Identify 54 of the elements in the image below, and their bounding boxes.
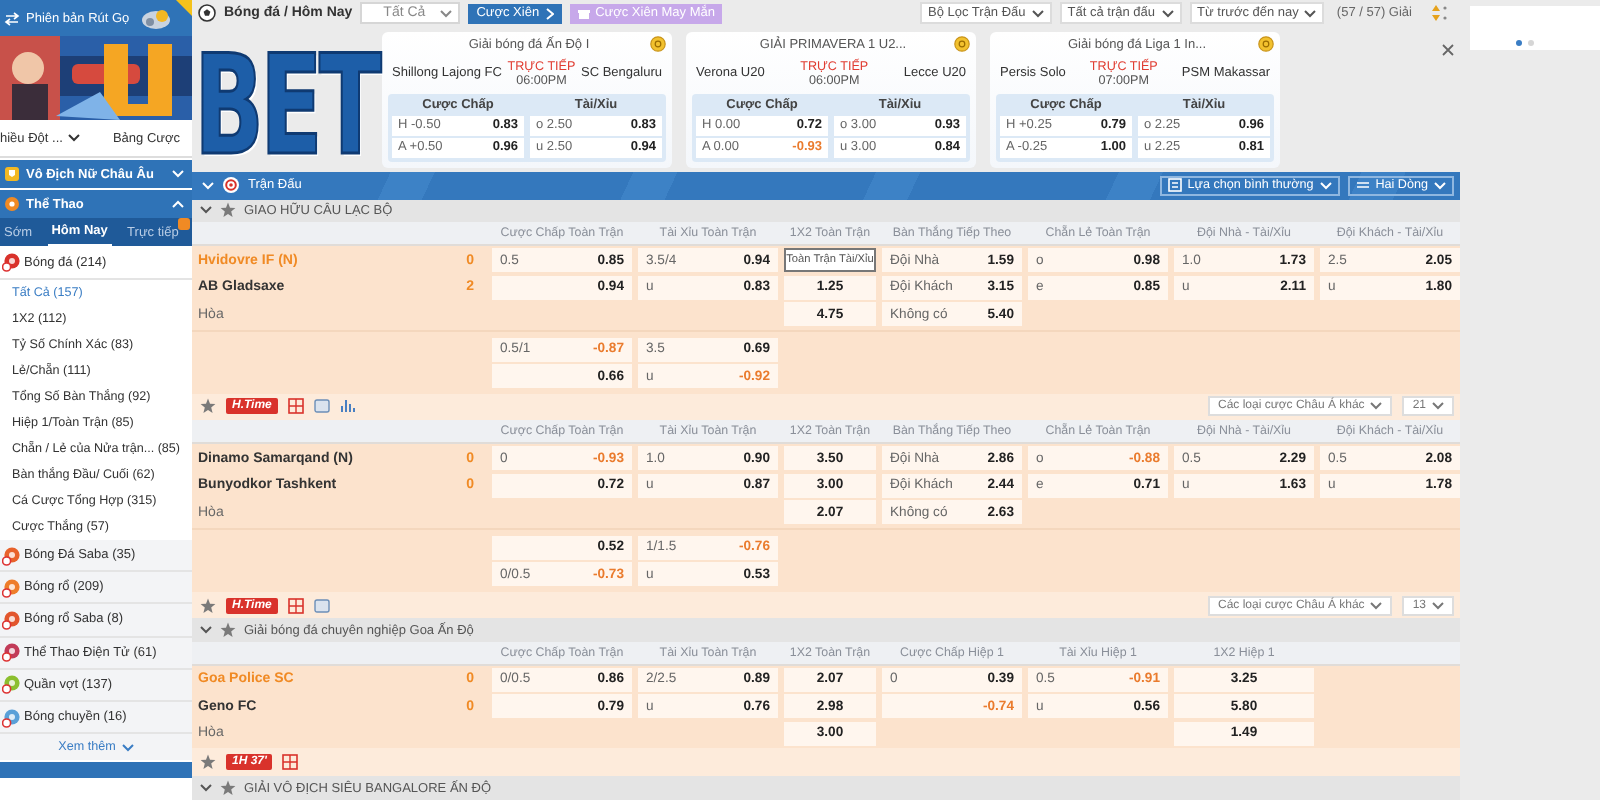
page-dot[interactable] xyxy=(1516,40,1522,46)
star-icon xyxy=(200,398,216,415)
sports-icon xyxy=(4,196,20,212)
stats-grid-icon[interactable] xyxy=(287,597,304,613)
chevron-icon xyxy=(200,206,212,215)
close-icon[interactable] xyxy=(1442,43,1454,56)
chevron-icon xyxy=(121,743,134,752)
ball-icon xyxy=(2,252,20,272)
gift-icon xyxy=(577,7,590,20)
star-icon xyxy=(200,597,216,613)
tv-icon[interactable] xyxy=(313,597,330,613)
star-icon xyxy=(200,754,216,771)
coin-icon xyxy=(1258,36,1274,53)
chevron-icon xyxy=(200,784,212,793)
chevron-icon xyxy=(1432,402,1444,411)
promo-icon xyxy=(139,7,172,29)
chevron-icon xyxy=(1434,181,1446,190)
star-icon xyxy=(220,780,236,797)
chevron-icon xyxy=(1319,181,1332,190)
star-icon xyxy=(220,622,236,639)
chevron-icon xyxy=(200,626,212,635)
ball-icon xyxy=(2,609,20,630)
page-dot[interactable] xyxy=(1528,40,1534,46)
target-icon xyxy=(222,176,240,195)
coin-icon xyxy=(650,36,666,53)
ball-icon xyxy=(2,707,20,728)
chevron-icon xyxy=(1161,9,1174,18)
chevron-icon xyxy=(202,181,214,190)
stats-grid-icon[interactable] xyxy=(282,754,299,771)
chart-icon[interactable] xyxy=(339,398,356,415)
trophy-icon xyxy=(4,166,20,182)
swap-icon xyxy=(4,11,20,25)
chevron-icon xyxy=(1370,402,1383,411)
chevron-icon xyxy=(440,9,453,18)
tv-icon[interactable] xyxy=(313,398,330,415)
list-icon xyxy=(1167,178,1182,193)
chevron-icon xyxy=(1304,9,1317,18)
logo: BET xyxy=(194,35,378,174)
chevron-icon xyxy=(68,134,81,142)
chevron-icon xyxy=(1031,9,1044,18)
stats-grid-icon[interactable] xyxy=(287,398,304,415)
coin-icon xyxy=(954,36,970,53)
soccer-ball-icon xyxy=(198,4,216,23)
star-icon xyxy=(220,202,236,219)
ball-icon xyxy=(2,577,20,598)
chevron-right-icon xyxy=(545,7,554,20)
chevron-icon xyxy=(1370,601,1383,609)
lines-icon xyxy=(1355,178,1370,193)
ball-icon xyxy=(2,642,20,663)
ball-icon xyxy=(2,674,20,695)
chevron-icon xyxy=(1432,601,1444,609)
sort-icon xyxy=(1432,4,1448,23)
corner-ribbon-icon xyxy=(176,0,192,16)
ball-icon xyxy=(2,545,20,566)
